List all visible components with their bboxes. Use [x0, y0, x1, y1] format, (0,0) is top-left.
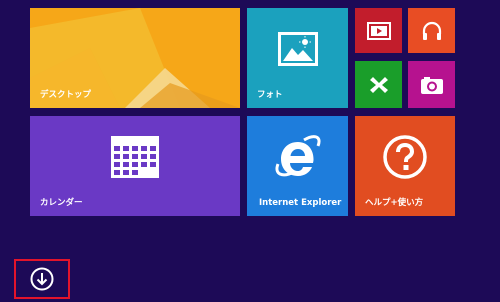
help-tips-tile-label: ヘルプ+使い方 [365, 198, 424, 208]
video-icon [366, 21, 391, 40]
internet-explorer-tile-label: Internet Explorer [259, 198, 342, 208]
calendar-icon [111, 136, 159, 178]
games-tile[interactable] [355, 61, 402, 108]
desktop-tile[interactable]: デスクトップ [30, 8, 240, 108]
photo-icon [277, 32, 318, 66]
music-tile[interactable] [408, 8, 455, 53]
headphones-icon [422, 21, 441, 40]
camera-tile[interactable] [408, 61, 455, 108]
down-arrow-icon [30, 267, 54, 291]
video-tile[interactable] [355, 8, 402, 53]
calendar-tile[interactable]: カレンダー [30, 116, 240, 216]
help-question-icon [383, 135, 427, 179]
desktop-tile-label: デスクトップ [40, 90, 92, 100]
internet-explorer-tile[interactable]: Internet Explorer [247, 116, 348, 216]
calendar-tile-label: カレンダー [40, 198, 83, 208]
help-tips-tile[interactable]: ヘルプ+使い方 [355, 116, 455, 216]
gamepad-icon [369, 76, 388, 93]
internet-explorer-icon [275, 135, 320, 177]
camera-icon [420, 76, 443, 94]
photos-tile[interactable]: フォト [247, 8, 348, 108]
all-apps-button[interactable] [14, 259, 70, 299]
photos-tile-label: フォト [257, 90, 283, 100]
